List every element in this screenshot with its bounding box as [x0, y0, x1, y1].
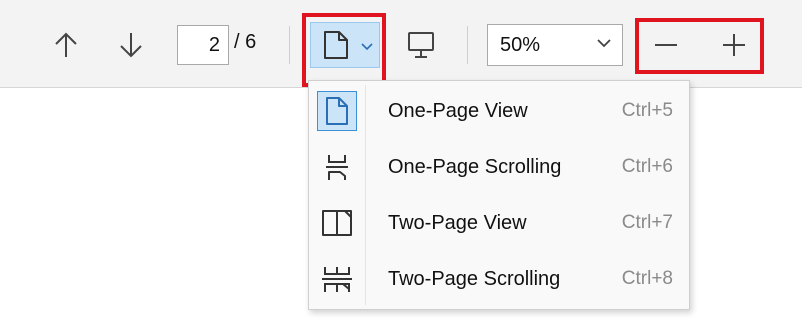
menu-item-shortcut: Ctrl+6	[621, 156, 673, 177]
menu-item-two-page-view[interactable]: Two-Page View Ctrl+7	[309, 197, 689, 249]
menu-item-one-page-scrolling[interactable]: One-Page Scrolling Ctrl+6	[309, 141, 689, 193]
previous-page-button[interactable]	[48, 26, 84, 64]
presentation-button[interactable]	[400, 24, 442, 66]
page-total: / 6	[234, 31, 257, 53]
menu-item-shortcut: Ctrl+7	[621, 212, 673, 233]
menu-item-label: Two-Page View	[388, 212, 527, 234]
viewer-window: 2 / 6 50% One-Page View Ctrl+5 One-Page …	[0, 0, 802, 329]
page-number-input[interactable]: 2	[177, 25, 229, 65]
zoom-out-button[interactable]	[645, 26, 687, 64]
menu-item-label: Two-Page Scrolling	[388, 268, 561, 290]
menu-item-one-page-view[interactable]: One-Page View Ctrl+5	[309, 85, 689, 137]
menu-item-shortcut: Ctrl+8	[621, 268, 673, 289]
zoom-in-button[interactable]	[713, 26, 755, 64]
toolbar-separator	[289, 26, 290, 64]
view-mode-menu: One-Page View Ctrl+5 One-Page Scrolling …	[308, 80, 690, 310]
toolbar-separator	[467, 26, 468, 64]
one-page-scrolling-icon	[317, 147, 357, 187]
minus-icon	[655, 44, 677, 46]
two-page-scrolling-icon	[317, 259, 357, 299]
zoom-select[interactable]: 50%	[487, 24, 623, 66]
next-page-button[interactable]	[113, 26, 149, 64]
page-view-icon	[324, 31, 348, 59]
monitor-icon	[408, 32, 434, 58]
two-page-view-icon	[317, 203, 357, 243]
toolbar: 2 / 6 50%	[0, 0, 802, 88]
page-number-value: 2	[208, 33, 220, 56]
menu-item-shortcut: Ctrl+5	[621, 100, 673, 121]
menu-item-label: One-Page Scrolling	[388, 156, 562, 178]
arrow-down-icon	[120, 33, 142, 58]
menu-item-label: One-Page View	[388, 100, 528, 122]
zoom-value: 50%	[500, 34, 541, 56]
chevron-down-icon	[361, 43, 373, 51]
one-page-view-icon	[317, 91, 357, 131]
plus-icon	[723, 34, 745, 56]
arrow-up-icon	[55, 32, 77, 57]
chevron-down-icon	[597, 39, 611, 48]
page-view-button[interactable]	[310, 22, 380, 68]
menu-item-two-page-scrolling[interactable]: Two-Page Scrolling Ctrl+8	[309, 253, 689, 305]
